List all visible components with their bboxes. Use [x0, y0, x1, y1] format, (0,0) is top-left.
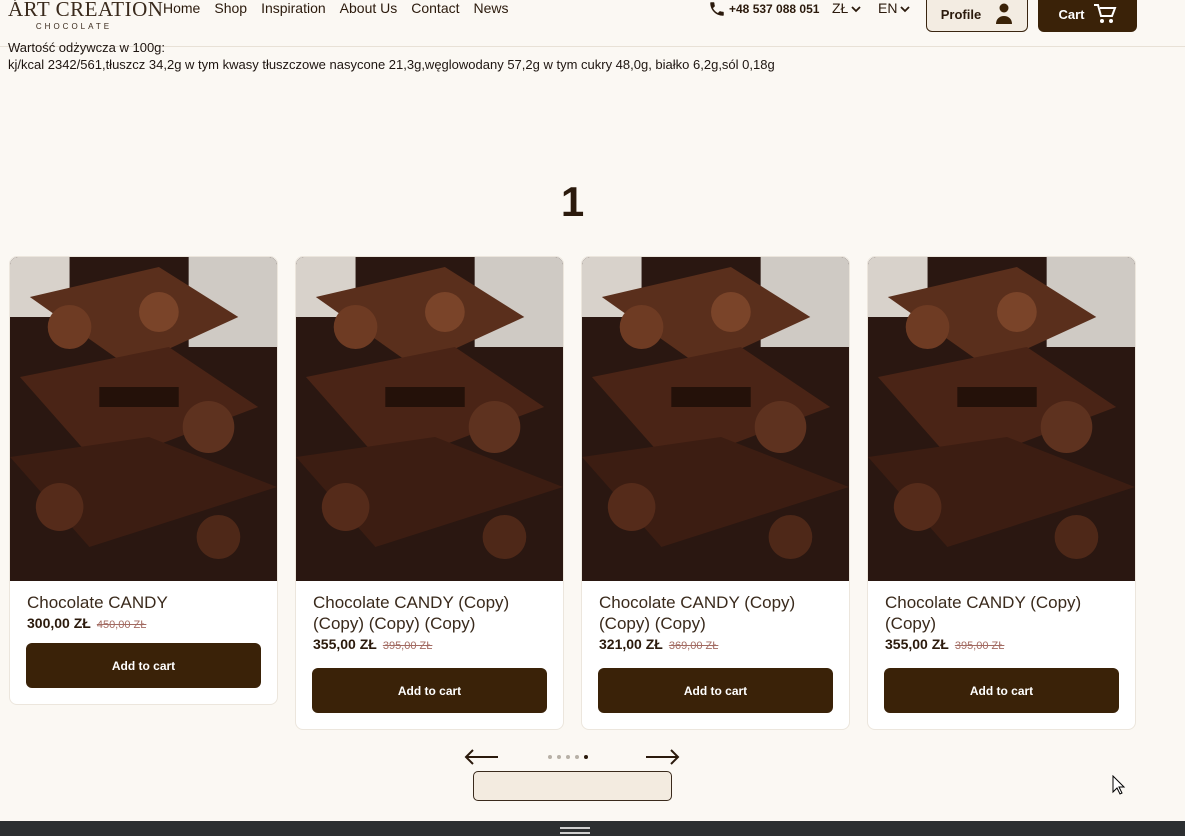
phone-number: +48 537 088 051	[729, 1, 820, 16]
product-name[interactable]: Chocolate CANDY	[10, 581, 277, 613]
section-number: 1	[560, 178, 585, 225]
chocolate-image-graphic	[296, 257, 563, 581]
profile-label: Profile	[940, 6, 982, 22]
add-to-cart-button[interactable]: Add to cart	[884, 668, 1119, 713]
mouse-cursor-icon	[1112, 775, 1126, 795]
carousel-dot[interactable]	[566, 755, 570, 759]
product-card[interactable]: Chocolate CANDY 300,00 ZŁ 450,00 ZŁ Add …	[9, 256, 278, 705]
language-select[interactable]: EN	[878, 0, 911, 17]
product-price: 355,00 ZŁ	[885, 636, 949, 652]
add-to-cart-button[interactable]: Add to cart	[26, 643, 261, 688]
view-all-button[interactable]	[473, 771, 672, 801]
chocolate-image-graphic	[582, 257, 849, 581]
carousel-dot[interactable]	[575, 755, 579, 759]
carousel-dot-active[interactable]	[584, 755, 588, 759]
product-prices: 355,00 ZŁ 395,00 ZŁ	[868, 634, 1135, 652]
add-to-cart-button[interactable]: Add to cart	[598, 668, 833, 713]
profile-button[interactable]: Profile	[926, 0, 1028, 32]
product-prices: 300,00 ZŁ 450,00 ZŁ	[10, 613, 277, 631]
arrow-left-icon[interactable]	[464, 748, 500, 766]
chocolate-image-graphic	[10, 257, 277, 581]
product-image[interactable]	[582, 257, 849, 581]
logo[interactable]: ÁRT CREATION CHOCOLATE	[8, 0, 164, 31]
phone-link[interactable]: +48 537 088 051	[708, 0, 819, 18]
nav-news[interactable]: News	[474, 0, 509, 17]
user-icon	[996, 3, 1013, 24]
logo-sub-text: CHOCOLATE	[35, 22, 113, 31]
language-value: EN	[878, 0, 898, 16]
add-to-cart-button[interactable]: Add to cart	[312, 668, 547, 713]
product-name[interactable]: Chocolate CANDY (Copy) (Copy) (Copy) (Co…	[296, 581, 563, 634]
footer	[0, 821, 1185, 836]
nav-about-us[interactable]: About Us	[340, 0, 398, 17]
product-prices: 355,00 ZŁ 395,00 ZŁ	[296, 634, 563, 652]
menu-icon[interactable]	[560, 827, 590, 836]
chevron-down-icon	[851, 5, 861, 12]
chocolate-image-graphic	[868, 257, 1135, 581]
nutrition-heading: Wartość odżywcza w 100g:	[8, 40, 166, 55]
nav-home[interactable]: Home	[163, 0, 200, 17]
currency-value: ZŁ	[832, 0, 849, 16]
product-price: 300,00 ZŁ	[27, 615, 91, 631]
logo-main-text: ÁRT CREATION	[8, 0, 164, 21]
product-price: 321,00 ZŁ	[599, 636, 663, 652]
product-image[interactable]	[868, 257, 1135, 581]
product-card[interactable]: Chocolate CANDY (Copy) (Copy) (Copy) (Co…	[295, 256, 564, 730]
product-name[interactable]: Chocolate CANDY (Copy) (Copy)	[868, 581, 1135, 634]
cart-icon	[1093, 4, 1116, 23]
cart-button[interactable]: Cart	[1038, 0, 1137, 32]
nav-shop[interactable]: Shop	[214, 0, 247, 17]
product-price: 355,00 ZŁ	[313, 636, 377, 652]
carousel-dot[interactable]	[548, 755, 552, 759]
product-old-price: 395,00 ZŁ	[382, 640, 433, 652]
arrow-right-icon[interactable]	[644, 748, 680, 766]
phone-icon	[710, 2, 724, 16]
nav-contact[interactable]: Contact	[411, 0, 459, 17]
carousel-pagination	[548, 755, 588, 759]
currency-select[interactable]: ZŁ	[832, 0, 861, 17]
nutrition-info: Wartość odżywcza w 100g: kj/kcal 2342/56…	[8, 39, 775, 73]
chevron-down-icon	[900, 5, 911, 12]
product-prices: 321,00 ZŁ 369,00 ZŁ	[582, 634, 849, 652]
cart-label: Cart	[1058, 6, 1085, 22]
product-old-price: 450,00 ZŁ	[96, 619, 147, 631]
product-image[interactable]	[296, 257, 563, 581]
product-name[interactable]: Chocolate CANDY (Copy) (Copy) (Copy)	[582, 581, 849, 634]
product-card[interactable]: Chocolate CANDY (Copy) (Copy) 355,00 ZŁ …	[867, 256, 1136, 730]
product-old-price: 395,00 ZŁ	[954, 640, 1005, 652]
product-old-price: 369,00 ZŁ	[668, 640, 719, 652]
main-nav: Home Shop Inspiration About Us Contact N…	[163, 0, 523, 17]
nav-inspiration[interactable]: Inspiration	[261, 0, 326, 17]
product-image[interactable]	[10, 257, 277, 581]
carousel-dot[interactable]	[557, 755, 561, 759]
nutrition-line: kj/kcal 2342/561,tłuszcz 34,2g w tym kwa…	[8, 57, 775, 72]
product-card[interactable]: Chocolate CANDY (Copy) (Copy) (Copy) 321…	[581, 256, 850, 730]
